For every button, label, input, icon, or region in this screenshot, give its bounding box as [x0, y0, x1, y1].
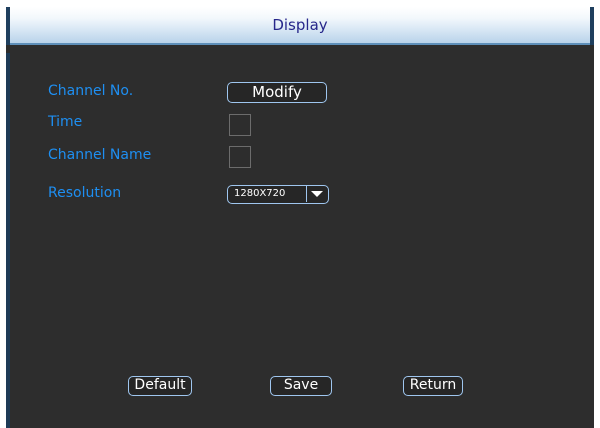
resolution-select[interactable]: 1280X720 — [227, 185, 329, 204]
window-title: Display — [272, 16, 328, 34]
title-bar: Display — [6, 7, 594, 45]
display-settings-window: Display Channel No. Modify Time Channel … — [6, 7, 594, 428]
left-edge — [6, 53, 10, 428]
save-button[interactable]: Save — [270, 376, 332, 396]
return-button[interactable]: Return — [403, 376, 463, 396]
modify-button[interactable]: Modify — [227, 82, 327, 103]
time-checkbox[interactable] — [229, 114, 251, 136]
default-button[interactable]: Default — [128, 376, 192, 396]
select-divider — [306, 186, 307, 202]
settings-panel: Channel No. Modify Time Channel Name Res… — [6, 45, 594, 428]
resolution-value: 1280X720 — [234, 188, 286, 199]
time-label: Time — [48, 114, 83, 130]
chevron-down-icon[interactable] — [310, 190, 324, 198]
channel-name-label: Channel Name — [48, 147, 152, 163]
resolution-label: Resolution — [48, 185, 122, 201]
channel-no-label: Channel No. — [48, 83, 134, 99]
channel-name-checkbox[interactable] — [229, 146, 251, 168]
